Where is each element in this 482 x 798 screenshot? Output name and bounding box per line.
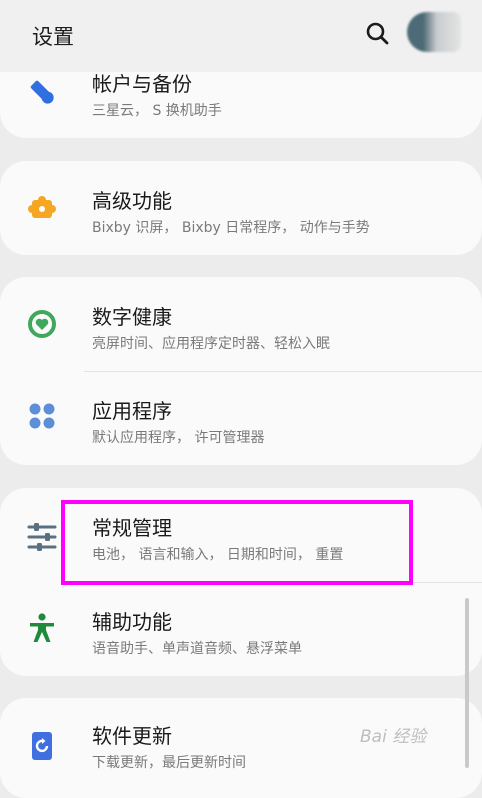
search-button[interactable] <box>364 20 392 48</box>
item-title: 应用程序 <box>92 399 172 423</box>
item-subtitle: 亮屏时间、应用程序定时器、轻松入眠 <box>92 336 330 352</box>
item-title: 辅助功能 <box>92 610 172 634</box>
highlight-box <box>61 500 413 585</box>
settings-item-advanced[interactable]: 高级功能 Bixby 识屏， Bixby 日常程序， 动作与手势 <box>0 161 482 255</box>
page-title: 设置 <box>32 25 74 49</box>
item-title: 帐户与备份 <box>92 72 192 96</box>
search-icon <box>366 22 389 45</box>
item-subtitle: 默认应用程序， 许可管理器 <box>92 430 265 446</box>
settings-card-wellbeing-apps: 数字健康 亮屏时间、应用程序定时器、轻松入眠 应用程序 默认应用程序， 许可管理… <box>0 277 482 465</box>
settings-card-advanced: 高级功能 Bixby 识屏， Bixby 日常程序， 动作与手势 <box>0 161 482 255</box>
key-icon <box>26 76 58 108</box>
item-subtitle: 下载更新，最后更新时间 <box>92 755 246 771</box>
settings-item-apps[interactable]: 应用程序 默认应用程序， 许可管理器 <box>0 371 482 465</box>
settings-item-accessibility[interactable]: 辅助功能 语音助手、单声道音频、悬浮菜单 <box>0 582 482 676</box>
item-subtitle: Bixby 识屏， Bixby 日常程序， 动作与手势 <box>92 220 370 236</box>
watermark: Bai 经验 <box>360 727 427 747</box>
apps-grid-icon <box>26 400 58 432</box>
item-title: 软件更新 <box>92 724 172 748</box>
item-subtitle: 语音助手、单声道音频、悬浮菜单 <box>92 641 302 657</box>
update-icon <box>26 730 58 762</box>
settings-card-update: 软件更新 下载更新，最后更新时间 <box>0 698 482 798</box>
heart-ring-icon <box>26 308 58 340</box>
accessibility-icon <box>26 612 58 644</box>
item-subtitle: 三星云， S 换机助手 <box>92 103 222 119</box>
puzzle-icon <box>26 192 58 224</box>
settings-item-digital-wellbeing[interactable]: 数字健康 亮屏时间、应用程序定时器、轻松入眠 <box>0 277 482 371</box>
item-title: 数字健康 <box>92 305 172 329</box>
app-header: 设置 <box>0 0 482 72</box>
item-title: 高级功能 <box>92 189 172 213</box>
sliders-icon <box>26 521 58 553</box>
avatar[interactable] <box>407 12 461 52</box>
scrollbar[interactable] <box>465 598 469 768</box>
